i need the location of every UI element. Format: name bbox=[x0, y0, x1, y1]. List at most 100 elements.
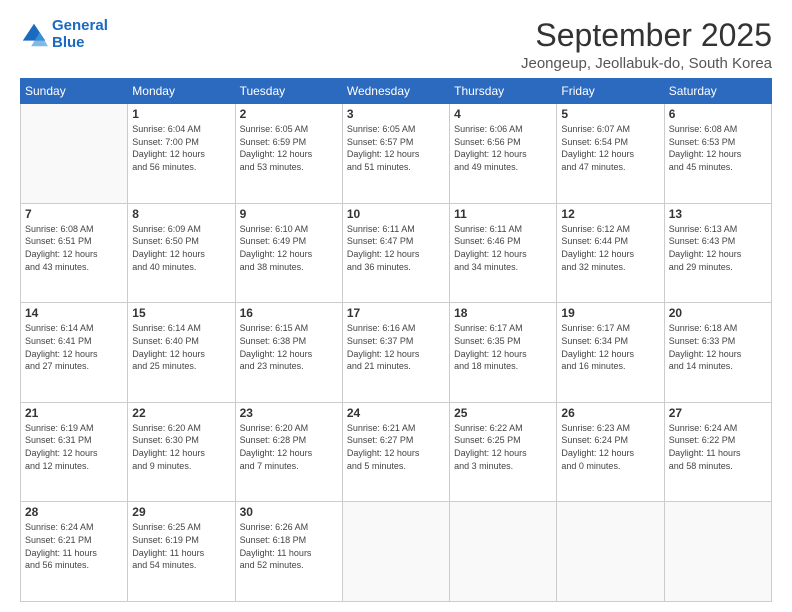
header-saturday: Saturday bbox=[664, 79, 771, 104]
logo-text: General Blue bbox=[52, 18, 108, 51]
day-number: 20 bbox=[669, 306, 767, 320]
day-number: 4 bbox=[454, 107, 552, 121]
day-info: Sunrise: 6:17 AM Sunset: 6:35 PM Dayligh… bbox=[454, 322, 552, 372]
day-number: 17 bbox=[347, 306, 445, 320]
day-info: Sunrise: 6:05 AM Sunset: 6:57 PM Dayligh… bbox=[347, 123, 445, 173]
header: General Blue September 2025 Jeongeup, Je… bbox=[20, 18, 772, 72]
day-info: Sunrise: 6:12 AM Sunset: 6:44 PM Dayligh… bbox=[561, 223, 659, 273]
day-info: Sunrise: 6:21 AM Sunset: 6:27 PM Dayligh… bbox=[347, 422, 445, 472]
day-info: Sunrise: 6:20 AM Sunset: 6:28 PM Dayligh… bbox=[240, 422, 338, 472]
day-info: Sunrise: 6:06 AM Sunset: 6:56 PM Dayligh… bbox=[454, 123, 552, 173]
day-number: 9 bbox=[240, 207, 338, 221]
logo-line2: Blue bbox=[52, 34, 85, 51]
title-block: September 2025 Jeongeup, Jeollabuk-do, S… bbox=[521, 18, 772, 72]
table-cell: 2 Sunrise: 6:05 AM Sunset: 6:59 PM Daylig… bbox=[235, 104, 342, 204]
day-info: Sunrise: 6:10 AM Sunset: 6:49 PM Dayligh… bbox=[240, 223, 338, 273]
table-cell: 3 Sunrise: 6:05 AM Sunset: 6:57 PM Daylig… bbox=[342, 104, 449, 204]
header-thursday: Thursday bbox=[450, 79, 557, 104]
day-number: 2 bbox=[240, 107, 338, 121]
header-friday: Friday bbox=[557, 79, 664, 104]
day-info: Sunrise: 6:25 AM Sunset: 6:19 PM Dayligh… bbox=[132, 521, 230, 571]
table-cell: 18 Sunrise: 6:17 AM Sunset: 6:35 PM Dayli… bbox=[450, 303, 557, 403]
day-number: 25 bbox=[454, 406, 552, 420]
table-cell: 4 Sunrise: 6:06 AM Sunset: 6:56 PM Daylig… bbox=[450, 104, 557, 204]
day-info: Sunrise: 6:24 AM Sunset: 6:21 PM Dayligh… bbox=[25, 521, 123, 571]
logo-line1: General bbox=[52, 17, 108, 34]
day-info: Sunrise: 6:08 AM Sunset: 6:53 PM Dayligh… bbox=[669, 123, 767, 173]
week-row-4: 21 Sunrise: 6:19 AM Sunset: 6:31 PM Dayli… bbox=[21, 402, 772, 502]
table-cell: 22Sunrise: 6:20 AM Sunset: 6:30 PM Dayli… bbox=[128, 402, 235, 502]
day-number: 18 bbox=[454, 306, 552, 320]
day-number: 7 bbox=[25, 207, 123, 221]
day-info: Sunrise: 6:19 AM Sunset: 6:31 PM Dayligh… bbox=[25, 422, 123, 472]
day-info: Sunrise: 6:14 AM Sunset: 6:41 PM Dayligh… bbox=[25, 322, 123, 372]
table-cell: 27Sunrise: 6:24 AM Sunset: 6:22 PM Dayli… bbox=[664, 402, 771, 502]
day-info: Sunrise: 6:14 AM Sunset: 6:40 PM Dayligh… bbox=[132, 322, 230, 372]
day-number: 13 bbox=[669, 207, 767, 221]
day-number: 21 bbox=[25, 406, 123, 420]
table-cell: 12 Sunrise: 6:12 AM Sunset: 6:44 PM Dayli… bbox=[557, 203, 664, 303]
header-tuesday: Tuesday bbox=[235, 79, 342, 104]
day-number: 5 bbox=[561, 107, 659, 121]
table-cell: 19 Sunrise: 6:17 AM Sunset: 6:34 PM Dayli… bbox=[557, 303, 664, 403]
table-cell: 24 Sunrise: 6:21 AM Sunset: 6:27 PM Dayli… bbox=[342, 402, 449, 502]
day-number: 23 bbox=[240, 406, 338, 420]
day-number: 8 bbox=[132, 207, 230, 221]
table-cell: 14 Sunrise: 6:14 AM Sunset: 6:41 PM Dayli… bbox=[21, 303, 128, 403]
day-info: Sunrise: 6:22 AM Sunset: 6:25 PM Dayligh… bbox=[454, 422, 552, 472]
day-number: 15 bbox=[132, 306, 230, 320]
table-cell: 26Sunrise: 6:23 AM Sunset: 6:24 PM Dayli… bbox=[557, 402, 664, 502]
week-row-5: 28 Sunrise: 6:24 AM Sunset: 6:21 PM Dayli… bbox=[21, 502, 772, 602]
day-number: 12 bbox=[561, 207, 659, 221]
day-number: 30 bbox=[240, 505, 338, 519]
header-monday: Monday bbox=[128, 79, 235, 104]
day-number: 10 bbox=[347, 207, 445, 221]
day-info: Sunrise: 6:24 AM Sunset: 6:22 PM Dayligh… bbox=[669, 422, 767, 472]
table-cell: 10Sunrise: 6:11 AM Sunset: 6:47 PM Dayli… bbox=[342, 203, 449, 303]
day-info: Sunrise: 6:08 AM Sunset: 6:51 PM Dayligh… bbox=[25, 223, 123, 273]
logo-icon bbox=[20, 21, 48, 49]
day-number: 6 bbox=[669, 107, 767, 121]
day-number: 28 bbox=[25, 505, 123, 519]
day-info: Sunrise: 6:17 AM Sunset: 6:34 PM Dayligh… bbox=[561, 322, 659, 372]
day-info: Sunrise: 6:15 AM Sunset: 6:38 PM Dayligh… bbox=[240, 322, 338, 372]
calendar: Sunday Monday Tuesday Wednesday Thursday… bbox=[20, 78, 772, 602]
day-number: 24 bbox=[347, 406, 445, 420]
table-cell bbox=[450, 502, 557, 602]
day-number: 14 bbox=[25, 306, 123, 320]
table-cell: 5Sunrise: 6:07 AM Sunset: 6:54 PM Daylig… bbox=[557, 104, 664, 204]
logo: General Blue bbox=[20, 18, 108, 51]
table-cell: 16 Sunrise: 6:15 AM Sunset: 6:38 PM Dayli… bbox=[235, 303, 342, 403]
table-cell bbox=[557, 502, 664, 602]
day-info: Sunrise: 6:20 AM Sunset: 6:30 PM Dayligh… bbox=[132, 422, 230, 472]
day-info: Sunrise: 6:26 AM Sunset: 6:18 PM Dayligh… bbox=[240, 521, 338, 571]
table-cell: 11 Sunrise: 6:11 AM Sunset: 6:46 PM Dayli… bbox=[450, 203, 557, 303]
table-cell: 30 Sunrise: 6:26 AM Sunset: 6:18 PM Dayli… bbox=[235, 502, 342, 602]
table-cell: 8Sunrise: 6:09 AM Sunset: 6:50 PM Daylig… bbox=[128, 203, 235, 303]
day-number: 19 bbox=[561, 306, 659, 320]
location-subtitle: Jeongeup, Jeollabuk-do, South Korea bbox=[521, 55, 772, 72]
table-cell: 7 Sunrise: 6:08 AM Sunset: 6:51 PM Daylig… bbox=[21, 203, 128, 303]
week-row-3: 14 Sunrise: 6:14 AM Sunset: 6:41 PM Dayli… bbox=[21, 303, 772, 403]
table-cell: 29Sunrise: 6:25 AM Sunset: 6:19 PM Dayli… bbox=[128, 502, 235, 602]
page: General Blue September 2025 Jeongeup, Je… bbox=[0, 0, 792, 612]
table-cell bbox=[21, 104, 128, 204]
header-wednesday: Wednesday bbox=[342, 79, 449, 104]
day-number: 11 bbox=[454, 207, 552, 221]
table-cell: 21 Sunrise: 6:19 AM Sunset: 6:31 PM Dayli… bbox=[21, 402, 128, 502]
day-info: Sunrise: 6:11 AM Sunset: 6:46 PM Dayligh… bbox=[454, 223, 552, 273]
header-sunday: Sunday bbox=[21, 79, 128, 104]
day-number: 16 bbox=[240, 306, 338, 320]
table-cell bbox=[342, 502, 449, 602]
day-number: 26 bbox=[561, 406, 659, 420]
table-cell: 25 Sunrise: 6:22 AM Sunset: 6:25 PM Dayli… bbox=[450, 402, 557, 502]
day-number: 1 bbox=[132, 107, 230, 121]
week-row-1: 1 Sunrise: 6:04 AM Sunset: 7:00 PM Daylig… bbox=[21, 104, 772, 204]
table-cell: 9 Sunrise: 6:10 AM Sunset: 6:49 PM Daylig… bbox=[235, 203, 342, 303]
day-info: Sunrise: 6:05 AM Sunset: 6:59 PM Dayligh… bbox=[240, 123, 338, 173]
day-info: Sunrise: 6:04 AM Sunset: 7:00 PM Dayligh… bbox=[132, 123, 230, 173]
week-row-2: 7 Sunrise: 6:08 AM Sunset: 6:51 PM Daylig… bbox=[21, 203, 772, 303]
day-number: 3 bbox=[347, 107, 445, 121]
table-cell: 20Sunrise: 6:18 AM Sunset: 6:33 PM Dayli… bbox=[664, 303, 771, 403]
table-cell: 6 Sunrise: 6:08 AM Sunset: 6:53 PM Daylig… bbox=[664, 104, 771, 204]
